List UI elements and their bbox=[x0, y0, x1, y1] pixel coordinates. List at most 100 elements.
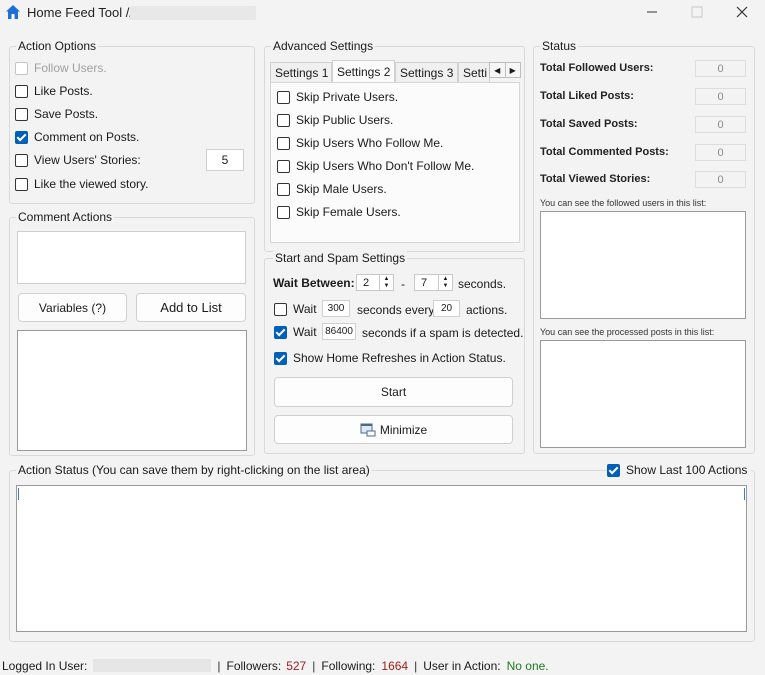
title-bar: Home Feed Tool // bbox=[0, 0, 765, 24]
checkbox-box bbox=[277, 90, 290, 104]
add-to-list-button[interactable]: Add to List bbox=[136, 293, 246, 322]
checkbox-label: Like Posts. bbox=[34, 84, 93, 98]
spinner-arrows: ▲ ▼ bbox=[379, 275, 393, 290]
checkbox-box bbox=[274, 302, 287, 316]
separator: | bbox=[217, 658, 221, 673]
skip-male-checkbox[interactable]: Skip Male Users. bbox=[277, 181, 387, 197]
tab-scroll-right-icon[interactable]: ▶ bbox=[506, 63, 521, 77]
separator: | bbox=[414, 658, 418, 673]
wait-between-label: Wait Between: bbox=[273, 276, 355, 290]
skip-public-checkbox[interactable]: Skip Public Users. bbox=[277, 112, 393, 128]
spin-down-icon[interactable]: ▼ bbox=[439, 283, 452, 291]
minimize-window-icon bbox=[360, 423, 376, 436]
close-button[interactable] bbox=[719, 0, 765, 24]
comment-actions-title: Comment Actions bbox=[16, 210, 115, 224]
checkbox-label: Wait bbox=[293, 325, 317, 339]
followed-users-list[interactable] bbox=[540, 211, 746, 319]
action-status-title: Action Status (You can save them by righ… bbox=[16, 463, 372, 477]
followers-count: 527 bbox=[286, 658, 307, 673]
followers-label: Followers: bbox=[226, 658, 282, 673]
wait-max-value: 7 bbox=[421, 276, 428, 289]
start-button[interactable]: Start bbox=[274, 377, 513, 407]
seconds-every-label: seconds every bbox=[357, 303, 435, 317]
user-in-action-value: No one. bbox=[506, 658, 549, 673]
processed-posts-list[interactable] bbox=[540, 340, 746, 448]
checkbox-label: Skip Private Users. bbox=[296, 90, 399, 104]
checkbox-label: Wait bbox=[293, 302, 317, 316]
commented-posts-label: Total Commented Posts: bbox=[540, 146, 669, 158]
tab-settings-4[interactable]: Setti bbox=[458, 62, 490, 82]
spin-up-icon[interactable]: ▲ bbox=[439, 275, 452, 283]
show-refreshes-checkbox[interactable]: Show Home Refreshes in Action Status. bbox=[274, 350, 506, 366]
text-caret bbox=[18, 488, 19, 500]
like-viewed-story-checkbox[interactable]: Like the viewed story. bbox=[15, 176, 149, 192]
tab-settings-1[interactable]: Settings 1 bbox=[270, 62, 332, 82]
comment-input[interactable] bbox=[17, 231, 246, 284]
stories-count-input[interactable]: 5 bbox=[206, 149, 244, 171]
status-title: Status bbox=[540, 39, 579, 53]
checkbox-label: Skip Female Users. bbox=[296, 205, 401, 219]
variables-button[interactable]: Variables (?) bbox=[18, 293, 127, 322]
maximize-button[interactable] bbox=[674, 0, 720, 24]
checkbox-box bbox=[15, 177, 28, 191]
checkbox-label: Skip Male Users. bbox=[296, 182, 387, 196]
spin-up-icon[interactable]: ▲ bbox=[380, 275, 393, 283]
minimize-app-label: Minimize bbox=[379, 422, 428, 437]
tab-settings-2[interactable]: Settings 2 bbox=[332, 60, 395, 82]
liked-posts-value: 0 bbox=[695, 88, 746, 105]
like-posts-checkbox[interactable]: Like Posts. bbox=[15, 83, 93, 99]
follow-users-checkbox[interactable]: Follow Users. bbox=[15, 60, 107, 76]
checkbox-label: Like the viewed story. bbox=[34, 177, 149, 191]
comment-posts-checkbox[interactable]: Comment on Posts. bbox=[15, 129, 139, 145]
start-spam-title: Start and Spam Settings bbox=[273, 251, 408, 265]
skip-non-followers-checkbox[interactable]: Skip Users Who Don't Follow Me. bbox=[277, 158, 474, 174]
checkbox-box bbox=[274, 351, 287, 365]
checkbox-box bbox=[15, 84, 28, 98]
user-in-action-label: User in Action: bbox=[423, 658, 501, 673]
wait-spam-checkbox[interactable]: Wait bbox=[274, 324, 317, 340]
spam-detected-label: seconds if a spam is detected. bbox=[362, 326, 524, 340]
checkbox-label: Show Home Refreshes in Action Status. bbox=[293, 351, 506, 365]
checkbox-label: Save Posts. bbox=[34, 107, 99, 121]
checkbox-box bbox=[15, 107, 28, 121]
redacted-logged-user bbox=[93, 659, 212, 672]
minimize-button[interactable] bbox=[629, 0, 675, 24]
tab-scroll-left-icon[interactable]: ◀ bbox=[490, 63, 506, 77]
commented-posts-value: 0 bbox=[695, 144, 746, 161]
tab-settings-3[interactable]: Settings 3 bbox=[395, 62, 458, 82]
checkbox-box bbox=[277, 205, 290, 219]
status-bar: Logged In User: | Followers: 527 | Follo… bbox=[0, 656, 765, 675]
checkbox-box bbox=[277, 182, 290, 196]
skip-followers-checkbox[interactable]: Skip Users Who Follow Me. bbox=[277, 135, 443, 151]
spam-wait-input[interactable]: 86400 bbox=[322, 323, 356, 340]
show-last-actions-checkbox[interactable]: Show Last 100 Actions bbox=[607, 462, 752, 478]
save-posts-checkbox[interactable]: Save Posts. bbox=[15, 106, 98, 122]
tab-scroll-buttons: ◀ ▶ bbox=[489, 62, 521, 78]
following-count: 1664 bbox=[381, 658, 409, 673]
wait-min-spinner[interactable]: 2 ▲ ▼ bbox=[356, 274, 394, 291]
logged-in-label: Logged In User: bbox=[2, 658, 88, 673]
actions-count-input[interactable]: 20 bbox=[433, 300, 460, 317]
spin-down-icon[interactable]: ▼ bbox=[380, 283, 393, 291]
window-title: Home Feed Tool // bbox=[27, 5, 133, 20]
wait-max-spinner[interactable]: 7 ▲ ▼ bbox=[414, 274, 453, 291]
app-window: Home Feed Tool // Action Options Follow … bbox=[0, 0, 765, 675]
checkbox-label: Skip Public Users. bbox=[296, 113, 394, 127]
checkbox-label: Show Last 100 Actions bbox=[626, 463, 748, 477]
action-status-list[interactable] bbox=[16, 485, 747, 632]
followed-users-label: Total Followed Users: bbox=[540, 62, 654, 74]
comments-list[interactable] bbox=[17, 330, 247, 451]
separator: | bbox=[312, 658, 316, 673]
viewed-stories-label: Total Viewed Stories: bbox=[540, 173, 651, 185]
checkbox-box bbox=[274, 325, 287, 339]
wait-seconds-input[interactable]: 300 bbox=[322, 300, 350, 317]
skip-private-checkbox[interactable]: Skip Private Users. bbox=[277, 89, 398, 105]
followed-users-hint: You can see the followed users in this l… bbox=[540, 198, 707, 208]
checkbox-box bbox=[277, 113, 290, 127]
view-stories-checkbox[interactable]: View Users' Stories: bbox=[15, 152, 141, 168]
processed-posts-hint: You can see the processed posts in this … bbox=[540, 327, 715, 337]
saved-posts-value: 0 bbox=[695, 116, 746, 133]
wait-every-checkbox[interactable]: Wait bbox=[274, 301, 317, 317]
minimize-app-button[interactable]: Minimize bbox=[274, 415, 513, 444]
skip-female-checkbox[interactable]: Skip Female Users. bbox=[277, 204, 401, 220]
